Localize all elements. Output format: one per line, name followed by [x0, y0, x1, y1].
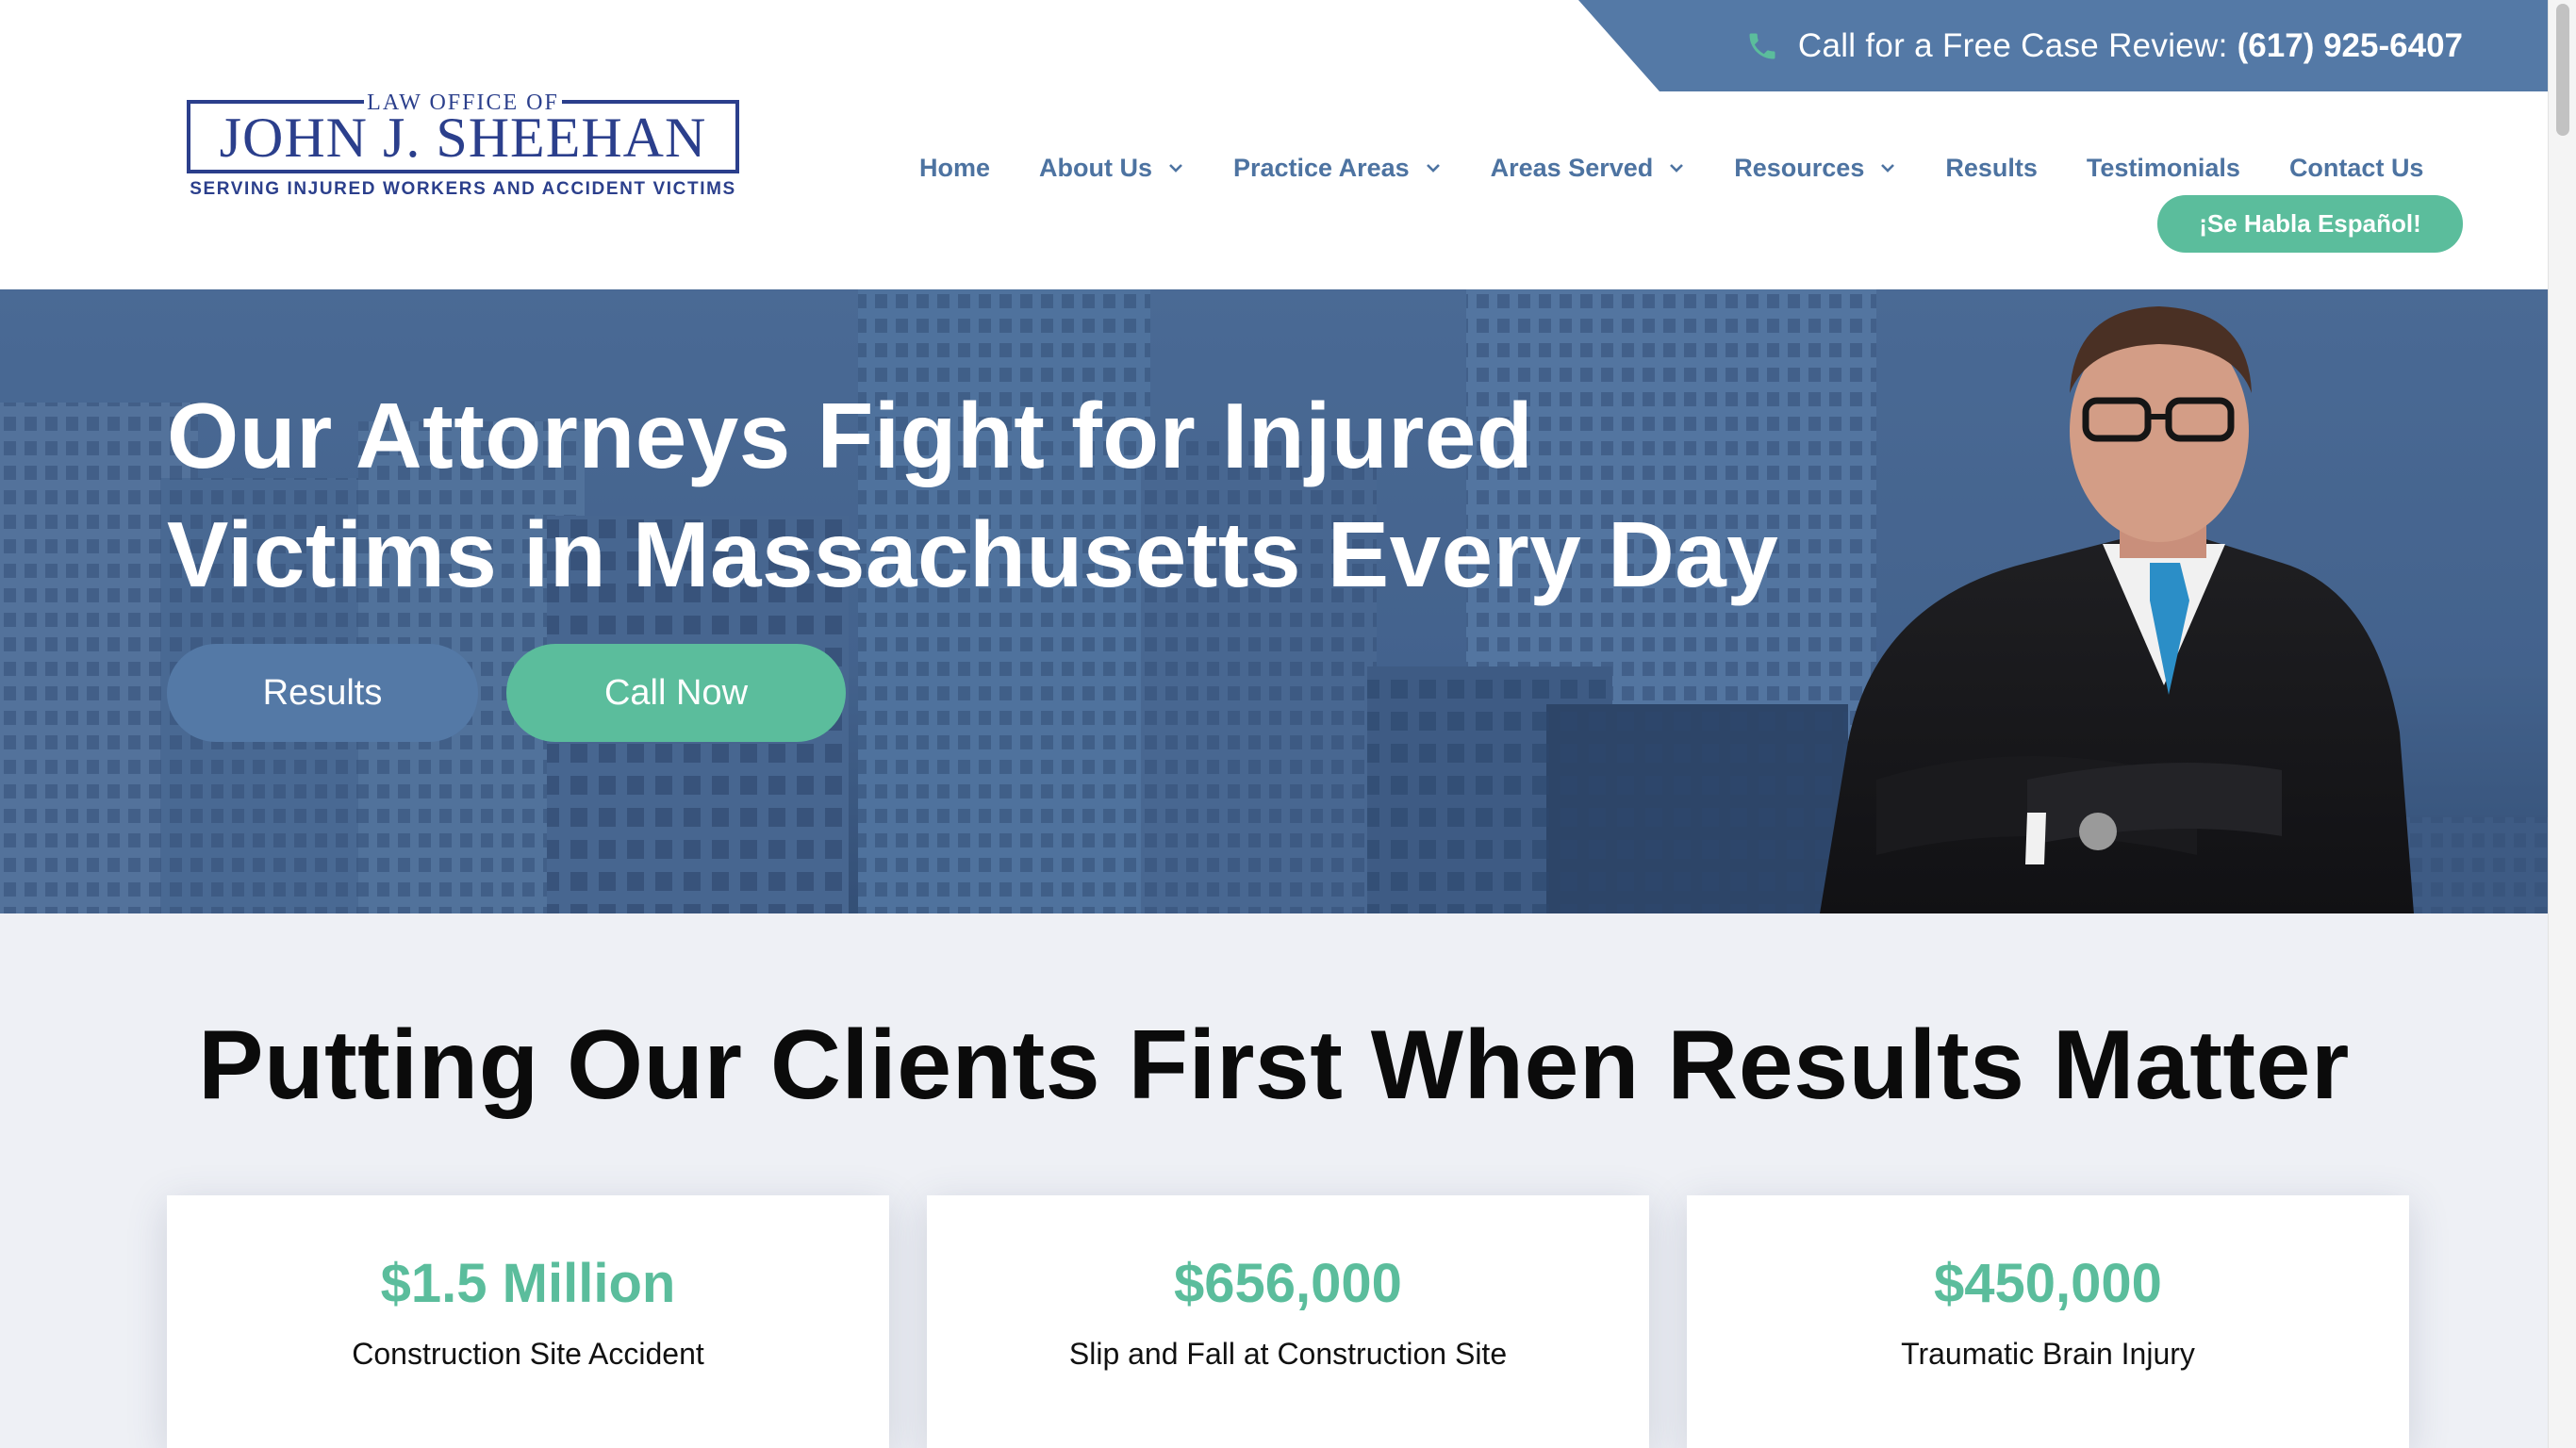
results-button[interactable]: Results [167, 644, 478, 742]
nav-item-label: Resources [1734, 153, 1865, 182]
logo-tagline: SERVING INJURED WORKERS AND ACCIDENT VIC… [190, 179, 736, 199]
result-amount: $450,000 [1934, 1253, 2162, 1314]
nav-item-label: Practice Areas [1233, 153, 1410, 182]
nav-item-testimonials[interactable]: Testimonials [2087, 154, 2240, 183]
nav-item-label: Home [919, 153, 991, 182]
phone-icon [1745, 29, 1779, 63]
site-header: Call for a Free Case Review: (617) 925-6… [0, 0, 2548, 289]
call-label: Call for a Free Case Review: [1797, 26, 2228, 64]
hero-title-line-2: Victims in Massachusetts Every Day [167, 502, 1779, 606]
result-amount: $656,000 [1174, 1253, 1402, 1314]
call-now-button[interactable]: Call Now [506, 644, 846, 742]
result-card[interactable]: $450,000 Traumatic Brain Injury [1687, 1195, 2409, 1448]
results-section: Putting Our Clients First When Results M… [0, 913, 2548, 1448]
nav-item-label: Contact Us [2288, 153, 2424, 182]
results-heading: Putting Our Clients First When Results M… [198, 1011, 2350, 1120]
hero-banner: Our Attorneys Fight for Injured Victims … [0, 289, 2548, 913]
chevron-down-icon [1167, 162, 1184, 173]
scrollbar-thumb[interactable] [2556, 4, 2569, 136]
nav-item-label: Results [1945, 153, 2038, 182]
phone-number-link[interactable]: (617) 925-6407 [2237, 27, 2463, 65]
site-logo[interactable]: LAW OFFICE OF JOHN J. SHEEHAN SERVING IN… [185, 90, 741, 204]
result-card[interactable]: $656,000 Slip and Fall at Construction S… [927, 1195, 1649, 1448]
nav-item-about-us[interactable]: About Us [1039, 154, 1184, 183]
result-case-type: Traumatic Brain Injury [1901, 1337, 2195, 1371]
result-card[interactable]: $1.5 Million Construction Site Accident [167, 1195, 889, 1448]
chevron-down-icon [1668, 162, 1685, 173]
result-amount: $1.5 Million [380, 1253, 676, 1314]
call-bar[interactable]: Call for a Free Case Review: (617) 925-6… [1578, 0, 2548, 91]
nav-item-resources[interactable]: Resources [1734, 154, 1896, 183]
result-case-type: Slip and Fall at Construction Site [1068, 1337, 1508, 1371]
chevron-down-icon [1425, 162, 1442, 173]
nav-item-areas-served[interactable]: Areas Served [1491, 154, 1686, 183]
nav-item-contact-us[interactable]: Contact Us [2289, 154, 2424, 183]
se-habla-espanol-button[interactable]: ¡Se Habla Español! [2157, 195, 2463, 253]
hero-title-line-1: Our Attorneys Fight for Injured [167, 384, 1534, 487]
main-nav: Home About Us Practice Areas Areas Serve… [919, 149, 2423, 187]
nav-item-label: Areas Served [1490, 153, 1654, 182]
nav-item-results[interactable]: Results [1945, 154, 2038, 183]
page-scrollbar[interactable] [2548, 0, 2576, 1448]
nav-item-label: Testimonials [2086, 153, 2240, 182]
chevron-down-icon [1879, 162, 1896, 173]
result-case-type: Construction Site Accident [352, 1337, 704, 1371]
hero-title: Our Attorneys Fight for Injured Victims … [167, 376, 1864, 614]
nav-item-label: About Us [1039, 153, 1152, 182]
logo-name: JOHN J. SHEEHAN [219, 107, 707, 169]
nav-item-home[interactable]: Home [919, 154, 990, 183]
nav-item-practice-areas[interactable]: Practice Areas [1233, 154, 1442, 183]
